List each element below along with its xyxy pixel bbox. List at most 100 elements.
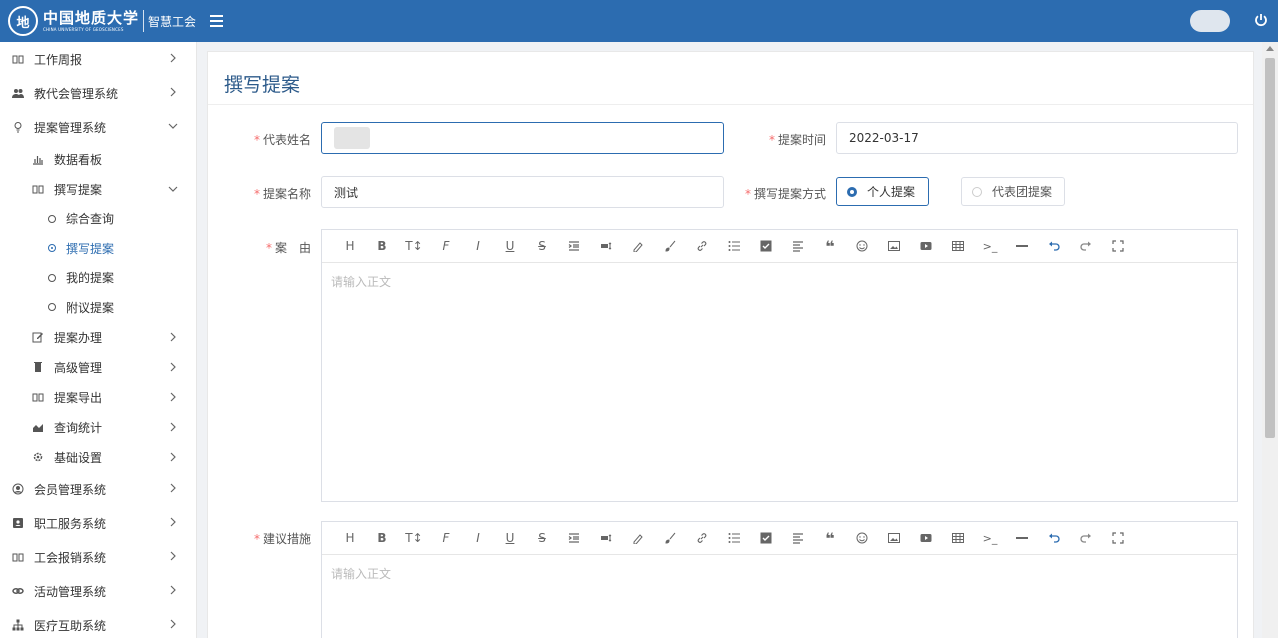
- bullet-list-icon[interactable]: [718, 522, 750, 555]
- code-icon[interactable]: >_: [974, 522, 1006, 555]
- image-icon[interactable]: [878, 522, 910, 555]
- underline-icon[interactable]: U: [494, 230, 526, 263]
- area-chart-icon: [32, 421, 44, 433]
- fullscreen-icon[interactable]: [1102, 230, 1134, 263]
- measures-editor-placeholder[interactable]: 请输入正文: [331, 565, 391, 582]
- sidebar-item-member-system[interactable]: 会员管理系统: [0, 472, 196, 506]
- font-color-icon[interactable]: [622, 522, 654, 555]
- italic-icon[interactable]: I: [462, 522, 494, 555]
- video-icon[interactable]: [910, 230, 942, 263]
- font-size-icon[interactable]: T↕: [398, 230, 430, 263]
- sidebar-item-congress[interactable]: 教代会管理系统: [0, 76, 196, 110]
- brush-icon[interactable]: [654, 230, 686, 263]
- font-color-icon[interactable]: [622, 230, 654, 263]
- bullet-list-icon[interactable]: [718, 230, 750, 263]
- strikethrough-icon[interactable]: S: [526, 522, 558, 555]
- sidebar-item-proposal-system[interactable]: 提案管理系统: [0, 110, 196, 144]
- proposal-name-input[interactable]: 测试: [321, 176, 724, 208]
- proposal-time-input[interactable]: 2022-03-17: [836, 122, 1238, 154]
- chevron-right-icon: [170, 551, 176, 561]
- emoji-icon[interactable]: [846, 522, 878, 555]
- chevron-right-icon: [170, 619, 176, 629]
- table-icon[interactable]: [942, 230, 974, 263]
- fullscreen-icon[interactable]: [1102, 522, 1134, 555]
- user-avatar[interactable]: [1190, 10, 1230, 32]
- align-icon[interactable]: [782, 230, 814, 263]
- divider-icon[interactable]: [1006, 230, 1038, 263]
- radio-personal-proposal[interactable]: 个人提案: [836, 177, 929, 206]
- line-height-icon[interactable]: [590, 522, 622, 555]
- brush-icon[interactable]: [654, 522, 686, 555]
- sidebar-item-write-proposal[interactable]: 撰写提案: [0, 234, 196, 264]
- sidebar-item-medical-aid[interactable]: 医疗互助系统: [0, 608, 196, 638]
- gear-icon: [32, 451, 44, 463]
- page-scrollbar[interactable]: [1262, 42, 1278, 638]
- sidebar-item-dashboard[interactable]: 数据看板: [0, 144, 196, 174]
- quote-icon[interactable]: ❝: [814, 522, 846, 555]
- table-icon[interactable]: [942, 522, 974, 555]
- todo-icon[interactable]: [750, 522, 782, 555]
- scrollbar-thumb[interactable]: [1265, 58, 1275, 438]
- indent-icon[interactable]: [558, 230, 590, 263]
- divider-icon[interactable]: [1006, 522, 1038, 555]
- link-icon[interactable]: [686, 230, 718, 263]
- editor-toolbar: H B T↕ F I U S ❝ >_: [322, 522, 1237, 555]
- rep-name-input[interactable]: [321, 122, 724, 154]
- heading-icon[interactable]: H: [334, 230, 366, 263]
- sidebar-item-advanced-management[interactable]: 高级管理: [0, 352, 196, 382]
- underline-icon[interactable]: U: [494, 522, 526, 555]
- org-icon: [12, 619, 24, 631]
- bold-icon[interactable]: B: [366, 230, 398, 263]
- power-icon[interactable]: [1253, 12, 1269, 28]
- sidebar-item-query-stats[interactable]: 查询统计: [0, 412, 196, 442]
- undo-icon[interactable]: [1038, 522, 1070, 555]
- align-icon[interactable]: [782, 522, 814, 555]
- measures-editor: H B T↕ F I U S ❝ >_ 请输入正文: [321, 521, 1238, 638]
- chevron-right-icon: [170, 422, 176, 432]
- proposal-form-card: 撰写提案 * 代表姓名 * 提案时间 2022-03-17 * 提案名称 测试 * 撰写…: [207, 51, 1254, 638]
- editor-toolbar: H B T↕ F I U S ❝ >_: [322, 230, 1237, 263]
- radio-checked-icon: [847, 186, 857, 197]
- sidebar-item-staff-service[interactable]: 职工服务系统: [0, 506, 196, 540]
- sidebar-item-reimbursement[interactable]: 工会报销系统: [0, 540, 196, 574]
- code-icon[interactable]: >_: [974, 230, 1006, 263]
- reason-label: * 案 由: [265, 241, 311, 255]
- sidebar-item-my-proposals[interactable]: 我的提案: [0, 263, 196, 293]
- hamburger-menu-icon[interactable]: [210, 12, 224, 30]
- quote-icon[interactable]: ❝: [814, 230, 846, 263]
- italic-icon[interactable]: I: [462, 230, 494, 263]
- sidebar-item-seconded-proposals[interactable]: 附议提案: [0, 293, 196, 323]
- reason-editor-placeholder[interactable]: 请输入正文: [331, 273, 391, 290]
- indent-icon[interactable]: [558, 522, 590, 555]
- image-icon[interactable]: [878, 230, 910, 263]
- redo-icon[interactable]: [1070, 230, 1102, 263]
- undo-icon[interactable]: [1038, 230, 1070, 263]
- sidebar-item-basic-settings[interactable]: 基础设置: [0, 442, 196, 472]
- font-size-icon[interactable]: T↕: [398, 522, 430, 555]
- heading-icon[interactable]: H: [334, 522, 366, 555]
- todo-icon[interactable]: [750, 230, 782, 263]
- chevron-right-icon: [170, 362, 176, 372]
- book-icon: [12, 53, 24, 65]
- sidebar-item-proposal-export[interactable]: 提案导出: [0, 382, 196, 412]
- redo-icon[interactable]: [1070, 522, 1102, 555]
- sidebar-item-general-query[interactable]: 综合查询: [0, 204, 196, 234]
- font-family-icon[interactable]: F: [430, 230, 462, 263]
- radio-delegation-proposal[interactable]: 代表团提案: [961, 177, 1065, 206]
- line-height-icon[interactable]: [590, 230, 622, 263]
- font-family-icon[interactable]: F: [430, 522, 462, 555]
- sidebar-item-activity-management[interactable]: 活动管理系统: [0, 574, 196, 608]
- link-icon[interactable]: [686, 522, 718, 555]
- scroll-up-arrow-icon[interactable]: [1266, 46, 1274, 51]
- book-icon: [12, 551, 24, 563]
- emoji-icon[interactable]: [846, 230, 878, 263]
- video-icon[interactable]: [910, 522, 942, 555]
- trash-icon: [32, 361, 44, 373]
- sidebar-item-write-proposal-group[interactable]: 撰写提案: [0, 174, 196, 204]
- sidebar-item-weekly-report[interactable]: 工作周报: [0, 42, 196, 76]
- sidebar-item-proposal-handling[interactable]: 提案办理: [0, 322, 196, 352]
- bold-icon[interactable]: B: [366, 522, 398, 555]
- strikethrough-icon[interactable]: S: [526, 230, 558, 263]
- bulb-icon: [12, 121, 24, 133]
- link-icon: [12, 585, 24, 597]
